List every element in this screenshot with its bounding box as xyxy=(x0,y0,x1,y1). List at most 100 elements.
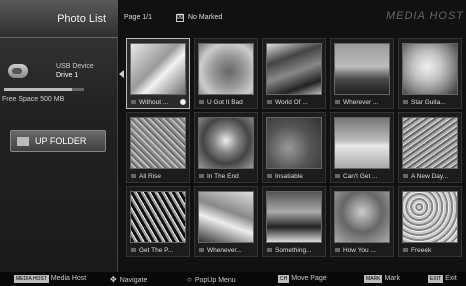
checkbox-icon: ☒ xyxy=(176,14,184,22)
photo-thumbnail[interactable]: Freeek xyxy=(398,186,462,257)
footer-mark: MARK Mark xyxy=(364,275,400,283)
photo-list-screen: Photo List USB Device Drive 1 Free Space… xyxy=(0,0,466,286)
exit-key-icon: EXIT xyxy=(428,275,444,283)
photo-thumbnail[interactable]: Get The P... xyxy=(126,186,190,257)
up-folder-button[interactable]: UP FOLDER xyxy=(10,130,106,152)
selected-indicator-icon xyxy=(180,99,186,105)
marked-status: No Marked xyxy=(188,14,223,21)
photo-preview xyxy=(266,43,322,95)
photo-caption: U Got It Bad xyxy=(207,99,243,106)
photo-caption: Can't Get ... xyxy=(343,173,378,180)
page-indicator: Page 1/1 xyxy=(124,14,153,21)
photo-file-icon xyxy=(199,100,204,104)
title-bar: Photo List xyxy=(0,0,118,38)
photo-caption: A New Day... xyxy=(411,173,449,180)
free-space-label: Free Space 500 MB xyxy=(2,96,65,103)
photo-preview xyxy=(130,117,186,169)
photo-thumbnail[interactable]: Something... xyxy=(262,186,326,257)
photo-preview xyxy=(402,43,458,95)
footer-media-host: MEDIA HOST Media Host xyxy=(14,275,86,283)
grid-header: Page 1/1 ☒ No Marked MEDIA HOST xyxy=(124,10,464,32)
usb-device-selector[interactable]: USB Device Drive 1 Free Space 500 MB xyxy=(2,60,114,110)
media-host-logo: MEDIA HOST xyxy=(385,10,464,22)
photo-thumbnail[interactable]: Whenever... xyxy=(194,186,258,257)
photo-thumbnail[interactable]: Without ... xyxy=(126,38,190,109)
photo-caption: Freeek xyxy=(411,247,432,254)
photo-preview xyxy=(402,191,458,243)
photo-preview xyxy=(130,43,186,95)
photo-caption: In The End xyxy=(207,173,239,180)
photo-thumbnail[interactable]: U Got It Bad xyxy=(194,38,258,109)
photo-caption: How You ... xyxy=(343,247,376,254)
photo-preview xyxy=(198,43,254,95)
photo-thumbnail[interactable]: Star Guita... xyxy=(398,38,462,109)
folder-icon xyxy=(17,137,29,146)
photo-file-icon xyxy=(403,174,408,178)
photo-thumbnail[interactable]: Insatiable xyxy=(262,112,326,183)
photo-file-icon xyxy=(199,174,204,178)
media-host-hint: Media Host xyxy=(50,275,87,282)
photo-file-icon xyxy=(131,248,136,252)
photo-thumbnail[interactable]: Can't Get ... xyxy=(330,112,394,183)
photo-caption: Insatiable xyxy=(275,173,303,180)
photo-caption: All Rise xyxy=(139,173,162,180)
page-title: Photo List xyxy=(57,13,106,25)
channel-key-icon: CH xyxy=(278,275,290,283)
photo-caption: Whenever... xyxy=(207,247,242,254)
photo-preview xyxy=(130,191,186,243)
photo-file-icon xyxy=(403,248,408,252)
photo-file-icon xyxy=(131,174,136,178)
move-page-hint: Move Page xyxy=(291,275,327,282)
photo-file-icon xyxy=(335,100,340,104)
photo-thumbnail[interactable]: All Rise xyxy=(126,112,190,183)
photo-preview xyxy=(198,117,254,169)
photo-preview xyxy=(266,117,322,169)
popup-menu-hint: PopUp Menu xyxy=(194,277,236,284)
free-space-bar xyxy=(4,88,84,91)
ok-button-icon: ○ xyxy=(187,275,192,284)
photo-file-icon xyxy=(131,100,136,104)
mark-key-icon: MARK xyxy=(364,275,383,283)
mark-hint: Mark xyxy=(384,275,401,282)
photo-thumbnail[interactable]: World Of ... xyxy=(262,38,326,109)
photo-file-icon xyxy=(335,174,340,178)
footer-navigate: ✥ Navigate xyxy=(110,275,147,284)
footer-move-page: CH Move Page xyxy=(278,275,327,283)
photo-thumbnail[interactable]: A New Day... xyxy=(398,112,462,183)
photo-thumbnail[interactable]: In The End xyxy=(194,112,258,183)
thumbnail-grid: Without ... U Got It Bad World Of ... Where… xyxy=(126,38,466,260)
photo-caption: Wherever ... xyxy=(343,99,379,106)
photo-caption: Get The P... xyxy=(139,247,174,254)
photo-preview xyxy=(334,43,390,95)
photo-preview xyxy=(334,191,390,243)
left-panel: Photo List USB Device Drive 1 Free Space… xyxy=(0,0,118,272)
photo-file-icon xyxy=(267,100,272,104)
photo-caption: Something... xyxy=(275,247,312,254)
footer-exit: EXIT Exit xyxy=(428,275,457,283)
footer-popup: ○ PopUp Menu xyxy=(187,275,236,284)
photo-preview xyxy=(266,191,322,243)
navigate-hint: Navigate xyxy=(119,277,148,284)
photo-preview xyxy=(198,191,254,243)
up-folder-label: UP FOLDER xyxy=(35,136,87,146)
free-space-bar-fill xyxy=(4,88,72,91)
photo-caption: World Of ... xyxy=(275,99,308,106)
photo-file-icon xyxy=(403,100,408,104)
media-host-key-icon: MEDIA HOST xyxy=(14,275,49,283)
device-label: USB Device xyxy=(56,63,94,70)
photo-thumbnail[interactable]: Wherever ... xyxy=(330,38,394,109)
arrow-left-icon[interactable] xyxy=(119,70,124,78)
photo-file-icon xyxy=(267,174,272,178)
photo-file-icon xyxy=(335,248,340,252)
photo-thumbnail[interactable]: How You ... xyxy=(330,186,394,257)
footer-help-bar: MEDIA HOST Media Host ✥ Navigate ○ PopUp Me… xyxy=(0,272,466,286)
photo-preview xyxy=(402,117,458,169)
photo-caption: Star Guita... xyxy=(411,99,446,106)
photo-file-icon xyxy=(267,248,272,252)
photo-preview xyxy=(334,117,390,169)
drive-label: Drive 1 xyxy=(56,72,79,79)
navigate-arrows-icon: ✥ xyxy=(110,275,117,284)
usb-drive-icon xyxy=(8,64,28,78)
exit-hint: Exit xyxy=(445,275,457,282)
photo-file-icon xyxy=(199,248,204,252)
